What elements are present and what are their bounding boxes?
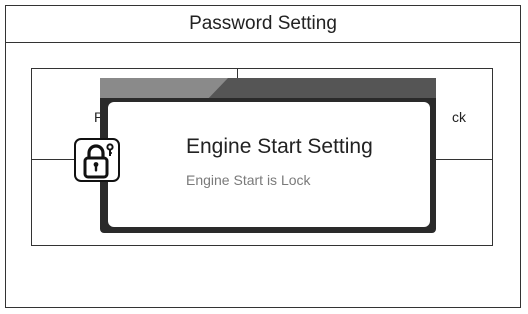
dialog-body: Engine Start Setting Engine Start is Loc… [100, 98, 436, 233]
engine-start-dialog: Engine Start Setting Engine Start is Loc… [100, 78, 436, 233]
lock-icon [74, 138, 120, 182]
dialog-title: Engine Start Setting [186, 135, 373, 158]
dialog-message: Engine Start is Lock [186, 172, 311, 188]
dialog-content: Engine Start Setting Engine Start is Loc… [108, 102, 430, 227]
page-title: Password Setting [6, 6, 520, 43]
background-option-right: ck [452, 109, 466, 125]
